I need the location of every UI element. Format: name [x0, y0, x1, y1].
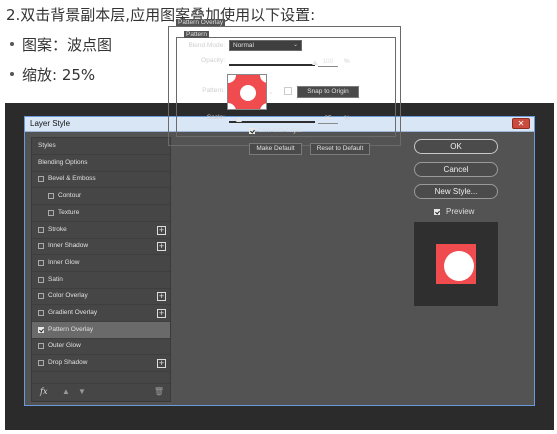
scale-slider[interactable] [229, 117, 315, 123]
dialog-title: Layer Style [30, 119, 71, 128]
style-item-label: Stroke [48, 225, 67, 233]
blend-mode-select[interactable]: Normal ⌄ [229, 40, 302, 51]
pattern-preview-graphic [228, 75, 266, 109]
add-effect-icon[interactable]: + [157, 292, 166, 302]
snap-to-origin-button[interactable]: Snap to Origin [297, 86, 359, 98]
style-checkbox[interactable] [38, 360, 44, 367]
scale-slider-thumb[interactable] [236, 117, 243, 122]
styles-list: Styles Blending Options Bevel & Emboss Cont… [31, 137, 171, 402]
bullet-scale-text: 缩放: 25% [22, 66, 96, 84]
style-item-label: Inner Glow [48, 258, 80, 266]
new-preset-icon[interactable] [284, 87, 292, 95]
style-item-texture[interactable]: Texture [32, 205, 170, 222]
style-item-label: Inner Shadow [48, 242, 89, 250]
style-item-stroke[interactable]: Stroke + [32, 222, 170, 239]
style-checkbox[interactable] [38, 276, 44, 283]
style-item-label: Outer Glow [48, 342, 81, 350]
style-item-drop-shadow[interactable]: Drop Shadow + [32, 355, 170, 373]
close-icon[interactable]: ✕ [512, 118, 530, 129]
style-checkbox[interactable] [38, 293, 44, 300]
style-item-inner-shadow[interactable]: Inner Shadow + [32, 238, 170, 256]
chevron-down-icon: ⌄ [292, 42, 298, 48]
opacity-unit: % [344, 58, 350, 65]
style-item-styles[interactable]: Styles [32, 138, 170, 155]
style-checkbox[interactable] [48, 193, 54, 200]
opacity-label: Opacity: [201, 57, 225, 64]
bullet-pattern-text: 图案：波点图 [22, 36, 113, 54]
style-item-label: Texture [58, 208, 80, 216]
style-checkbox[interactable] [38, 226, 44, 233]
cancel-button[interactable]: Cancel [414, 162, 498, 177]
add-effect-icon[interactable]: + [157, 309, 166, 318]
style-checkbox[interactable] [38, 259, 44, 266]
fx-icon[interactable]: fx [40, 387, 47, 396]
style-item-pattern-overlay[interactable]: Pattern Overlay [32, 321, 170, 339]
pattern-swatch[interactable] [227, 74, 267, 110]
new-style-button[interactable]: New Style... [414, 184, 498, 199]
add-effect-icon[interactable]: + [157, 242, 166, 252]
scale-label: Scale: [206, 114, 225, 121]
add-effect-icon[interactable]: + [157, 225, 166, 235]
trash-icon[interactable]: 🗑 [154, 387, 164, 396]
style-item-inner-glow[interactable]: Inner Glow [32, 255, 170, 272]
pattern-picker-chevron-icon[interactable]: ⌄ [268, 88, 274, 96]
style-checkbox[interactable] [38, 243, 44, 250]
preview-label: Preview [446, 207, 475, 216]
bullet-dot [10, 42, 14, 46]
intro-step: 2.双击背景副本层,应用图案叠加使用以下设置: [6, 6, 316, 24]
style-item-label: Contour [58, 192, 82, 200]
style-item-label: Satin [48, 275, 63, 283]
scale-value[interactable]: 25 [318, 114, 338, 124]
style-item-label: Bevel & Emboss [48, 175, 96, 183]
make-default-button[interactable]: Make Default [249, 143, 302, 155]
preview-checkbox[interactable] [434, 209, 440, 215]
style-item-satin[interactable]: Satin [32, 272, 170, 289]
blend-mode-label: Blend Mode: [188, 42, 226, 49]
intro-bullet-scale: 缩放: 25% [6, 64, 95, 85]
style-checkbox[interactable] [48, 209, 54, 216]
style-item-label: Color Overlay [48, 292, 88, 300]
pattern-label: Pattern: [202, 87, 225, 94]
style-item-label: Blending Options [38, 158, 88, 166]
reset-to-default-button[interactable]: Reset to Default [310, 143, 370, 155]
style-item-bevel-emboss[interactable]: Bevel & Emboss [32, 171, 170, 189]
link-with-layer-checkbox[interactable] [249, 128, 255, 134]
style-item-color-overlay[interactable]: Color Overlay + [32, 288, 170, 306]
add-effect-icon[interactable]: + [157, 359, 166, 369]
arrow-down-icon[interactable]: ▼ [78, 387, 86, 396]
pattern-subgroup-title: Pattern [184, 31, 209, 38]
link-with-layer-label: Link with Layer [259, 127, 303, 134]
styles-list-footer: fx ▲ ▼ 🗑 [32, 383, 170, 401]
pattern-dot-center [240, 85, 256, 101]
preview-dot [444, 251, 474, 281]
style-item-label: Gradient Overlay [48, 309, 98, 316]
style-checkbox[interactable] [38, 326, 44, 333]
pattern-overlay-title: Pattern Overlay [176, 19, 226, 26]
style-item-label: Pattern Overlay [48, 325, 94, 333]
opacity-slider[interactable] [229, 60, 318, 66]
style-item-contour[interactable]: Contour [32, 188, 170, 206]
preview-pattern-tile [436, 244, 476, 284]
style-checkbox[interactable] [38, 343, 44, 350]
preview-thumbnail [414, 222, 498, 306]
scale-unit: % [344, 115, 350, 122]
preview-pattern-graphic [444, 251, 474, 281]
blend-mode-value: Normal [233, 42, 254, 49]
style-item-gradient-overlay[interactable]: Gradient Overlay + [32, 305, 170, 322]
style-item-blending-options[interactable]: Blending Options [32, 155, 170, 172]
opacity-value[interactable]: 100 [318, 57, 338, 67]
style-checkbox[interactable] [38, 310, 44, 316]
style-item-label: Styles [38, 142, 56, 149]
ok-button[interactable]: OK [414, 139, 498, 154]
style-item-outer-glow[interactable]: Outer Glow [32, 338, 170, 356]
style-item-label: Drop Shadow [48, 359, 88, 367]
style-checkbox[interactable] [38, 176, 44, 183]
arrow-up-icon[interactable]: ▲ [62, 387, 70, 396]
bullet-dot [10, 72, 14, 76]
intro-bullet-pattern: 图案：波点图 [6, 34, 112, 55]
